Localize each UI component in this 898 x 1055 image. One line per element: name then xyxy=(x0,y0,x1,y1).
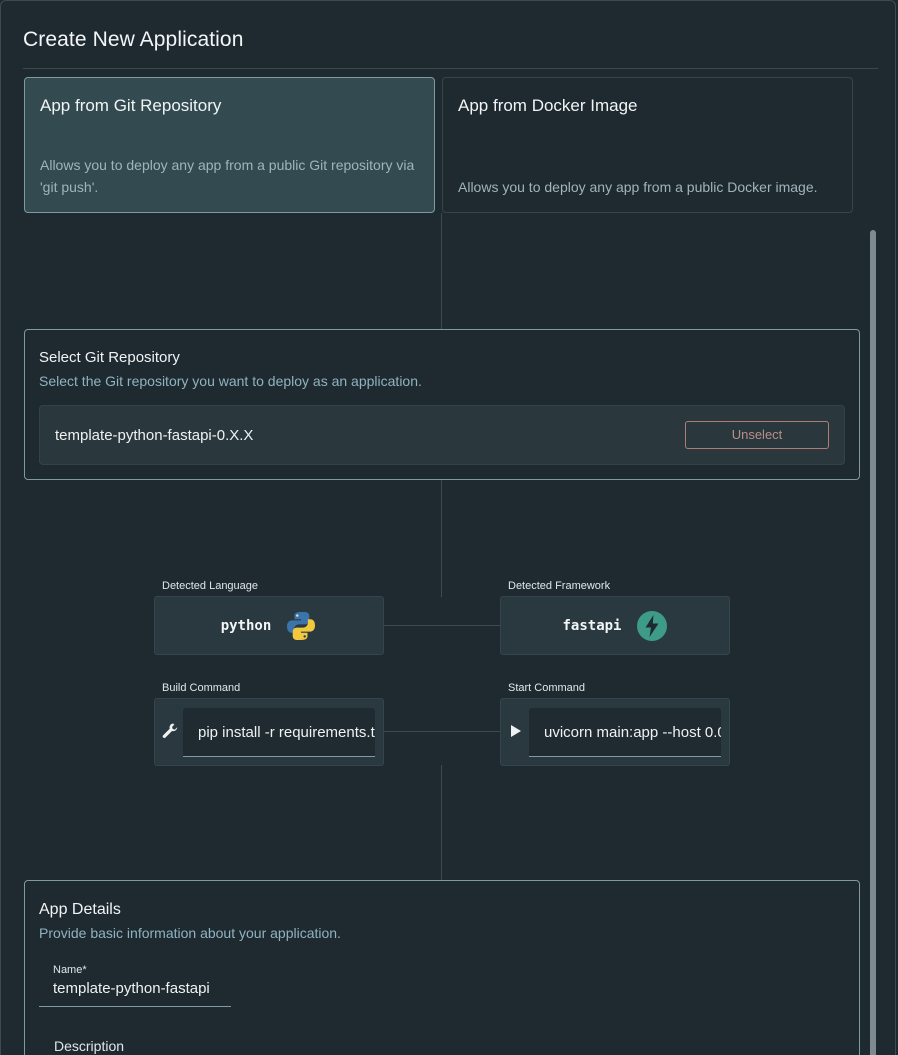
dialog-title: Create New Application xyxy=(23,28,244,51)
app-type-git-card[interactable]: App from Git Repository Allows you to de… xyxy=(24,77,435,213)
build-command-input[interactable] xyxy=(183,708,375,757)
app-type-docker-card[interactable]: App from Docker Image Allows you to depl… xyxy=(442,77,853,213)
detected-framework-node: fastapi xyxy=(500,596,730,655)
select-git-repository-title: Select Git Repository xyxy=(39,349,180,366)
description-field-label: Description xyxy=(54,1038,125,1054)
wrench-icon xyxy=(161,722,179,740)
start-command-label: Start Command xyxy=(508,682,586,694)
title-divider xyxy=(23,68,878,69)
select-git-repository-panel: Select Git Repository Select the Git rep… xyxy=(24,329,860,480)
unselect-button[interactable]: Unselect xyxy=(685,421,829,449)
flow-connector-build-start xyxy=(384,731,500,732)
detected-language-value: python xyxy=(220,617,272,634)
app-details-title: App Details xyxy=(39,901,121,918)
flow-connector-language-framework xyxy=(384,625,500,626)
detected-framework-value: fastapi xyxy=(562,617,622,634)
select-git-repository-subtitle: Select the Git repository you want to de… xyxy=(39,373,422,389)
detected-framework-label: Detected Framework xyxy=(508,580,611,592)
detected-language-label: Detected Language xyxy=(162,580,259,592)
start-command-input[interactable] xyxy=(529,708,721,757)
selected-repository-name: template-python-fastapi-0.X.X xyxy=(55,427,254,444)
scrollbar[interactable] xyxy=(870,230,876,1055)
detected-language-node: python xyxy=(154,596,384,655)
app-type-docker-title: App from Docker Image xyxy=(458,96,638,115)
selected-repository-row: template-python-fastapi-0.X.X Unselect xyxy=(39,405,845,465)
name-field[interactable] xyxy=(39,971,231,1007)
python-logo-icon xyxy=(285,610,317,642)
flow-connector-bottom xyxy=(441,765,442,881)
start-command-node xyxy=(500,698,730,766)
fastapi-logo-icon xyxy=(636,610,668,642)
flow-connector-middle xyxy=(441,479,442,597)
app-details-panel: App Details Provide basic information ab… xyxy=(24,880,860,1055)
build-command-node xyxy=(154,698,384,766)
build-command-label: Build Command xyxy=(162,682,241,694)
flow-connector-top xyxy=(441,213,442,330)
create-application-dialog: Create New Application App from Git Repo… xyxy=(0,0,896,1055)
app-type-docker-description: Allows you to deploy any app from a publ… xyxy=(458,179,818,195)
app-type-git-title: App from Git Repository xyxy=(40,96,222,115)
app-type-git-description: Allows you to deploy any app from a publ… xyxy=(40,157,415,195)
play-icon xyxy=(507,722,525,740)
app-details-subtitle: Provide basic information about your app… xyxy=(39,925,341,941)
